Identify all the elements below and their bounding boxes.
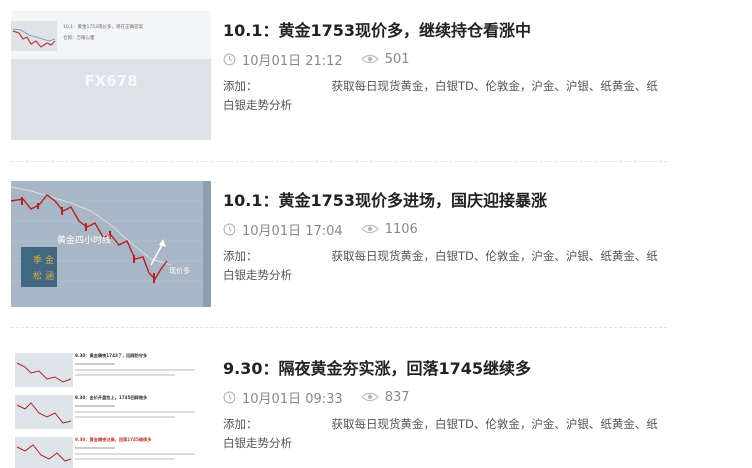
thumb-row-title: 9.30：黄金隔夜过高，回落1745继续多	[75, 436, 152, 443]
divider	[11, 327, 667, 328]
buy-label: 现价多	[169, 266, 190, 275]
redacted-text	[258, 82, 332, 92]
article-meta: 10月01日 09:33 837	[223, 389, 410, 407]
article-title[interactable]: 9.30：隔夜黄金夯实涨，回落1745继续多	[223, 355, 531, 379]
article-date: 10月01日 09:33	[242, 391, 343, 407]
article-item: 10.1：黄金1753现价多，现在正确答案 仓到：万眼心量 FX678 10.1…	[11, 11, 667, 151]
article-description: 添加： 获取每日现货黄金，白银TD、伦敦金，沪金、沪银、纸黄金、纸白银走势分析	[223, 415, 667, 453]
article-thumbnail[interactable]: 9.30：黄金隔夜1743了，回踩防守多 9.30：金价开盘拉上，1745回踩做…	[11, 349, 211, 468]
thumb-row-title: 9.30：黄金隔夜1743了，回踩防守多	[75, 352, 148, 359]
clock-icon	[223, 223, 236, 235]
redacted-text	[258, 252, 332, 262]
desc-prefix: 添加：	[223, 79, 258, 93]
thumb-caption-line: 仓到：万眼心量	[63, 34, 95, 41]
article-meta: 10月01日 17:04 1106	[223, 221, 418, 239]
eye-icon	[360, 224, 379, 234]
article-description: 添加： 获取每日现货黄金，白银TD、伦敦金，沪金、沪银、纸黄金、纸白银走势分析	[223, 247, 667, 285]
article-meta: 10月01日 21:12 501	[223, 51, 410, 69]
chart-label: 黄金四小时线	[57, 234, 111, 246]
eye-icon	[360, 54, 379, 64]
seal-char: 季	[33, 254, 42, 266]
article-date: 10月01日 17:04	[242, 223, 343, 239]
seal-char: 涵	[45, 271, 54, 282]
article-views: 1106	[384, 221, 418, 237]
thumb-row-title: 9.30：金价开盘拉上，1745回踩做多	[75, 394, 148, 401]
eye-icon	[360, 392, 379, 402]
article-title[interactable]: 10.1：黄金1753现价多进场，国庆迎接暴涨	[223, 187, 547, 211]
article-views: 837	[384, 389, 410, 405]
clock-icon	[223, 53, 236, 65]
article-item: 9.30：黄金隔夜1743了，回踩防守多 9.30：金价开盘拉上，1745回踩做…	[11, 349, 667, 468]
desc-prefix: 添加：	[223, 249, 258, 263]
article-item: 黄金四小时线 季 金 松 涵 现价多 10.1：黄金1753现价多进场，国庆迎接…	[11, 181, 667, 321]
seal-char: 松	[33, 270, 42, 282]
clock-icon	[223, 391, 236, 403]
divider	[11, 161, 667, 162]
article-title[interactable]: 10.1：黄金1753现价多，继续持仓看涨中	[223, 17, 531, 41]
article-date: 10月01日 21:12	[242, 53, 343, 69]
article-views: 501	[384, 51, 410, 67]
desc-prefix: 添加：	[223, 417, 258, 431]
article-description: 添加： 获取每日现货黄金，白银TD、伦敦金，沪金、沪银、纸黄金、纸白银走势分析	[223, 77, 667, 115]
article-thumbnail[interactable]: 10.1：黄金1753现价多，现在正确答案 仓到：万眼心量 FX678	[11, 11, 211, 140]
thumb-watermark: FX678	[84, 72, 137, 90]
article-thumbnail[interactable]: 黄金四小时线 季 金 松 涵 现价多	[11, 181, 211, 310]
redacted-text	[258, 420, 332, 430]
seal-char: 金	[45, 254, 54, 266]
thumb-caption-line: 10.1：黄金1753现价多，现在正确答案	[63, 23, 143, 30]
